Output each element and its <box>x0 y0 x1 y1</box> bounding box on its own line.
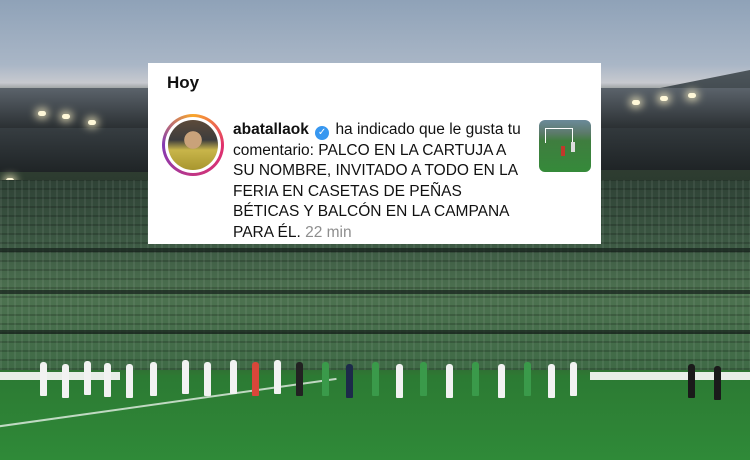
avatar-story-ring[interactable] <box>162 114 224 176</box>
photographer <box>688 364 695 398</box>
player <box>498 364 505 398</box>
notification-card[interactable]: Hoy abatallaok ✓ ha indicado que le gust… <box>148 63 601 244</box>
player <box>570 362 577 396</box>
thumbnail-player <box>561 146 565 156</box>
player <box>126 364 133 398</box>
stand-divider <box>0 248 750 252</box>
timestamp: 22 min <box>305 223 352 241</box>
ad-board <box>0 372 120 380</box>
floodlight <box>660 96 668 101</box>
section-heading: Hoy <box>167 73 200 92</box>
player <box>104 363 111 397</box>
thumbnail-player <box>571 142 575 152</box>
floodlight <box>632 100 640 105</box>
player <box>396 364 403 398</box>
player <box>446 364 453 398</box>
player <box>420 362 427 396</box>
player <box>252 362 259 396</box>
photographer <box>714 366 721 400</box>
player <box>150 362 157 396</box>
stadium-background: Hoy abatallaok ✓ ha indicado que le gust… <box>0 0 750 460</box>
referee <box>296 362 303 396</box>
player <box>40 362 47 396</box>
player <box>372 362 379 396</box>
floodlight <box>38 111 46 116</box>
player <box>524 362 531 396</box>
notification-message: ha indicado que le gusta tu comentario: … <box>233 121 521 241</box>
player <box>346 364 353 398</box>
floodlight <box>62 114 70 119</box>
player <box>274 360 281 394</box>
username-link[interactable]: abatallaok <box>233 121 309 138</box>
ad-board <box>590 372 750 380</box>
post-thumbnail[interactable] <box>539 120 591 172</box>
player <box>548 364 555 398</box>
floodlight <box>88 120 96 125</box>
player <box>230 360 237 394</box>
verified-badge-icon: ✓ <box>315 126 330 140</box>
stand-divider <box>0 330 750 334</box>
player <box>182 360 189 394</box>
goal-frame <box>545 128 573 143</box>
player <box>84 361 91 395</box>
player <box>204 362 211 396</box>
floodlight <box>688 93 696 98</box>
player <box>322 362 329 396</box>
player <box>62 364 69 398</box>
stand-divider <box>0 290 750 294</box>
notification-text: abatallaok ✓ ha indicado que le gusta tu… <box>233 120 523 243</box>
avatar <box>168 120 218 170</box>
player <box>472 362 479 396</box>
